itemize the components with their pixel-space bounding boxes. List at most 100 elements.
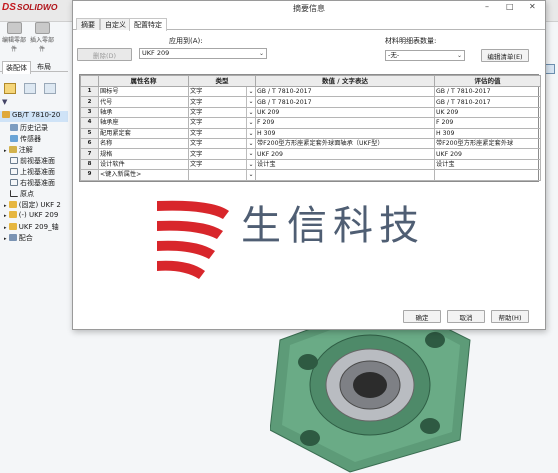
tree-item-right-plane[interactable]: 右视基准面 bbox=[10, 178, 55, 189]
row-number[interactable]: 9 bbox=[80, 169, 99, 181]
apply-to-select[interactable]: UKF 209 ⌄ bbox=[139, 48, 267, 59]
tree-item-component-float[interactable]: ▸ (-) UKF 209 bbox=[4, 211, 58, 222]
value-expression-cell[interactable]: F 209 bbox=[255, 117, 435, 129]
chevron-down-icon[interactable]: ⌄ bbox=[246, 118, 255, 128]
tab-layout[interactable]: 布局 bbox=[34, 61, 54, 73]
row-number[interactable]: 6 bbox=[80, 137, 99, 150]
header-row-number bbox=[80, 75, 99, 87]
row-number[interactable]: 2 bbox=[80, 96, 99, 108]
dialog-maximize-icon[interactable]: □ bbox=[506, 2, 514, 11]
chevron-down-icon[interactable]: ⌄ bbox=[246, 97, 255, 107]
tab-configuration-specific[interactable]: 配置特定 bbox=[129, 18, 167, 31]
new-property-input[interactable]: <键入新属性> bbox=[98, 169, 189, 181]
value-expression-cell[interactable]: 带F200型方形座紧定套外球面轴承（UKF型） bbox=[255, 137, 435, 150]
evaluated-value-cell: GB / T 7810-2017 bbox=[434, 96, 541, 108]
expand-arrow-icon[interactable]: ▸ bbox=[4, 225, 7, 231]
ok-button[interactable]: 确定 bbox=[403, 310, 441, 323]
property-name-cell[interactable]: 国标号 bbox=[98, 85, 189, 98]
sensor-icon bbox=[10, 135, 18, 142]
tab-summary[interactable]: 摘要 bbox=[76, 18, 100, 30]
edit-list-button[interactable]: 编辑清单(E) bbox=[481, 49, 529, 62]
dialog-close-icon[interactable]: ✕ bbox=[529, 2, 536, 11]
type-cell[interactable]: 文字 ⌄ bbox=[188, 85, 256, 98]
tab-assembly[interactable]: 装配体 bbox=[2, 61, 31, 74]
expand-arrow-icon[interactable]: ▸ bbox=[4, 213, 7, 219]
bom-quantity-select[interactable]: -无- ⌄ bbox=[385, 50, 465, 61]
type-cell[interactable]: 文字 ⌄ bbox=[188, 127, 256, 139]
mounting-hole bbox=[425, 332, 445, 348]
dialog-titlebar[interactable]: 摘要信息 – □ ✕ bbox=[73, 1, 545, 15]
dialog-minimize-icon[interactable]: – bbox=[485, 2, 489, 11]
cancel-button[interactable]: 取消 bbox=[447, 310, 485, 323]
value-expression-cell[interactable]: GB / T 7810-2017 bbox=[255, 85, 435, 98]
expand-arrow-icon[interactable]: ▸ bbox=[4, 148, 7, 154]
row-number[interactable]: 3 bbox=[80, 106, 99, 119]
property-name-cell[interactable]: 规格 bbox=[98, 148, 189, 160]
value-expression-cell[interactable]: GB / T 7810-2017 bbox=[255, 96, 435, 108]
watermark-emblem-icon bbox=[157, 200, 229, 279]
row-number[interactable]: 5 bbox=[80, 127, 99, 139]
tree-item-component-shaft[interactable]: ▸ UKF 209_轴 bbox=[4, 222, 59, 233]
header-property-name[interactable]: 属性名称 bbox=[98, 75, 189, 87]
property-name-cell[interactable]: 名称 bbox=[98, 137, 189, 150]
value-expression-cell[interactable]: H 309 bbox=[255, 127, 435, 139]
chevron-down-icon[interactable]: ⌄ bbox=[246, 87, 255, 96]
watermark-logo: 生信科技 bbox=[153, 191, 493, 286]
filter-icon[interactable]: ▼ bbox=[2, 98, 7, 109]
row-number[interactable]: 4 bbox=[80, 117, 99, 129]
bom-quantity-label: 材料明细表数量: bbox=[385, 37, 437, 45]
header-type[interactable]: 类型 bbox=[188, 75, 256, 87]
tree-root-assembly[interactable]: GB/T 7810-20 bbox=[0, 111, 68, 122]
tree-item-front-plane[interactable]: 前视基准面 bbox=[10, 156, 55, 167]
type-cell[interactable]: 文字 ⌄ bbox=[188, 96, 256, 108]
feature-tree-icon[interactable] bbox=[4, 83, 16, 94]
chevron-down-icon[interactable]: ⌄ bbox=[246, 129, 255, 138]
tree-item-annotations[interactable]: ▸ 注解 bbox=[4, 145, 33, 156]
tree-item-component-fixed[interactable]: ▸ (固定) UKF 2 bbox=[4, 200, 61, 211]
property-manager-icon[interactable] bbox=[24, 83, 36, 94]
property-name-cell[interactable]: 设计软件 bbox=[98, 158, 189, 171]
tree-item-history[interactable]: 历史记录 bbox=[10, 123, 48, 134]
chevron-down-icon[interactable]: ⌄ bbox=[246, 170, 255, 179]
expand-arrow-icon[interactable]: ▸ bbox=[4, 203, 7, 209]
type-cell[interactable]: 文字 ⌄ bbox=[188, 106, 256, 119]
chevron-down-icon[interactable]: ⌄ bbox=[246, 149, 255, 159]
edit-component-button[interactable]: 编辑零部件 bbox=[2, 22, 26, 53]
tree-item-mates[interactable]: ▸ 配合 bbox=[4, 233, 33, 244]
help-button[interactable]: 帮助(H) bbox=[491, 310, 529, 323]
type-cell[interactable]: 文字 ⌄ bbox=[188, 117, 256, 129]
mates-icon bbox=[8, 234, 17, 241]
type-cell[interactable]: 文字 ⌄ bbox=[188, 158, 256, 171]
header-value-expression[interactable]: 数值 / 文字表达 bbox=[255, 75, 435, 87]
grid-header-row: 属性名称 类型 数值 / 文字表达 评估的值 bbox=[80, 75, 541, 87]
value-expression-cell[interactable] bbox=[255, 169, 435, 181]
tree-item-origin[interactable]: 原点 bbox=[10, 189, 34, 200]
insert-component-button[interactable]: 插入零部件 bbox=[30, 22, 54, 53]
insert-component-icon bbox=[34, 22, 50, 34]
chevron-down-icon[interactable]: ⌄ bbox=[246, 160, 255, 169]
value-expression-cell[interactable]: UK 209 bbox=[255, 106, 435, 119]
type-cell[interactable]: 文字 ⌄ bbox=[188, 148, 256, 160]
value-expression-cell[interactable]: UKF 209 bbox=[255, 148, 435, 160]
row-number[interactable]: 1 bbox=[80, 85, 99, 98]
type-cell[interactable]: ⌄ bbox=[188, 169, 256, 181]
row-number[interactable]: 7 bbox=[80, 148, 99, 160]
property-name-cell[interactable]: 配用紧定套 bbox=[98, 127, 189, 139]
property-name-cell[interactable]: 轴承 bbox=[98, 106, 189, 119]
property-name-cell[interactable]: 轴承座 bbox=[98, 117, 189, 129]
property-name-cell[interactable]: 代号 bbox=[98, 96, 189, 108]
tab-custom[interactable]: 自定义 bbox=[100, 18, 131, 30]
tree-item-sensors[interactable]: 传感器 bbox=[10, 134, 41, 145]
table-row: 6 名称 文字 ⌄ 带F200型方形座紧定套外球面轴承（UKF型） 带F200型方… bbox=[80, 137, 541, 150]
tree-item-top-plane[interactable]: 上视基准面 bbox=[10, 167, 55, 178]
chevron-down-icon[interactable]: ⌄ bbox=[246, 139, 255, 148]
delete-button[interactable]: 删除(D) bbox=[77, 48, 132, 61]
row-number[interactable]: 8 bbox=[80, 158, 99, 171]
type-cell[interactable]: 文字 ⌄ bbox=[188, 137, 256, 150]
expand-arrow-icon[interactable]: ▸ bbox=[4, 236, 7, 242]
task-pane-icon[interactable] bbox=[545, 64, 555, 74]
chevron-down-icon[interactable]: ⌄ bbox=[246, 108, 255, 117]
value-expression-cell[interactable]: 设计宝 bbox=[255, 158, 435, 171]
configuration-manager-icon[interactable] bbox=[44, 83, 56, 94]
header-evaluated-value[interactable]: 评估的值 bbox=[434, 75, 541, 87]
